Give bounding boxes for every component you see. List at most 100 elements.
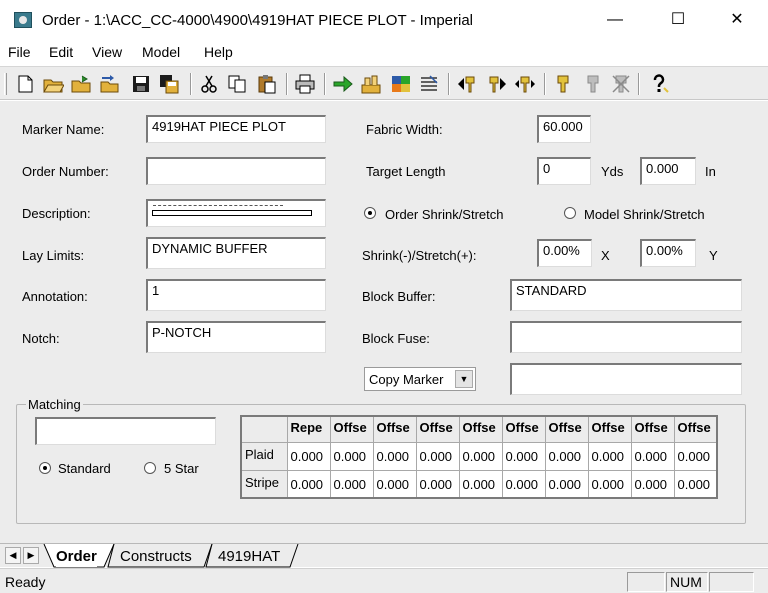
grid-cell[interactable]: 0.000	[501, 469, 546, 499]
menu-view[interactable]: View	[92, 44, 122, 60]
redacted-mark	[152, 205, 312, 216]
copy-marker-field[interactable]	[510, 363, 742, 395]
grid-cell[interactable]: 0.000	[501, 441, 546, 471]
grid-cell[interactable]: 0.000	[673, 441, 718, 471]
app-icon	[14, 12, 32, 28]
grid-column-header[interactable]: Offse	[501, 415, 546, 443]
description-field[interactable]	[146, 199, 326, 227]
standard-radio[interactable]	[39, 462, 51, 474]
copy-icon[interactable]	[226, 73, 248, 95]
grid-cell[interactable]: 0.000	[329, 441, 374, 471]
grid-cell[interactable]: 0.000	[630, 469, 675, 499]
target-length-in-field[interactable]: 0.000	[640, 157, 696, 185]
toolbar-separator	[324, 73, 326, 95]
grid-column-header[interactable]: Offse	[630, 415, 675, 443]
chevron-down-icon[interactable]: ▼	[455, 370, 473, 388]
grid-column-header[interactable]: Offse	[673, 415, 718, 443]
paste-icon[interactable]	[256, 73, 278, 95]
annotation-field[interactable]: 1	[146, 279, 326, 311]
block-fuse-field[interactable]	[510, 321, 742, 353]
five-star-radio[interactable]	[144, 462, 156, 474]
lay-limits-field[interactable]: DYNAMIC BUFFER	[146, 237, 326, 269]
run-icon[interactable]	[332, 73, 354, 95]
grid-cell[interactable]: 0.000	[286, 441, 331, 471]
tab-4919hat[interactable]: 4919HAT	[218, 545, 280, 567]
copy-marker-select[interactable]: Copy Marker ▼	[364, 367, 476, 391]
menu-edit[interactable]: Edit	[49, 44, 73, 60]
toolbar-grip[interactable]	[4, 73, 7, 95]
menu-file[interactable]: File	[8, 44, 31, 60]
piece-x-icon[interactable]	[610, 73, 632, 95]
piece-icon[interactable]	[552, 73, 574, 95]
target-length-yds-field[interactable]: 0	[537, 157, 591, 185]
close-button[interactable]: ✕	[714, 6, 760, 34]
open-folder-icon[interactable]	[70, 73, 92, 95]
status-cell-caps	[627, 572, 665, 592]
grid-cell[interactable]: 0.000	[673, 469, 718, 499]
save-icon[interactable]	[130, 73, 152, 95]
fabric-width-field[interactable]: 60.000	[537, 115, 591, 143]
matching-input[interactable]	[35, 417, 216, 445]
grid-row-header: Stripe	[240, 469, 288, 499]
toolbar-separator	[190, 73, 192, 95]
palette-icon[interactable]	[390, 73, 412, 95]
cut-icon[interactable]	[198, 73, 220, 95]
status-text: Ready	[5, 574, 46, 590]
notch-field[interactable]: P-NOTCH	[146, 321, 326, 353]
grid-cell[interactable]: 0.000	[587, 469, 632, 499]
grid-cell[interactable]: 0.000	[587, 441, 632, 471]
model-shrink-label: Model Shrink/Stretch	[584, 207, 705, 222]
new-icon[interactable]	[14, 73, 36, 95]
grid-column-header[interactable]: Offse	[372, 415, 417, 443]
save-all-icon[interactable]	[158, 73, 180, 95]
grid-cell[interactable]: 0.000	[415, 469, 460, 499]
grid-cell[interactable]: 0.000	[329, 469, 374, 499]
target-length-label: Target Length	[366, 164, 446, 179]
grid-cell[interactable]: 0.000	[286, 469, 331, 499]
grid-cell[interactable]: 0.000	[544, 441, 589, 471]
toolbar-separator	[638, 73, 640, 95]
open-icon[interactable]	[42, 73, 64, 95]
order-shrink-radio[interactable]	[364, 207, 376, 219]
menu-help[interactable]: Help	[204, 44, 233, 60]
grid-column-header[interactable]: Offse	[329, 415, 374, 443]
grid-cell[interactable]: 0.000	[544, 469, 589, 499]
help-icon[interactable]	[648, 73, 670, 95]
matching-grid: Repe Offse Offse Offse Offse Offse Offse…	[240, 415, 718, 499]
menu-model[interactable]: Model	[142, 44, 180, 60]
arrow-right-icon[interactable]	[486, 73, 508, 95]
minimize-button[interactable]: —	[592, 6, 638, 34]
copy-marker-value: Copy Marker	[369, 372, 444, 387]
grid-cell[interactable]: 0.000	[415, 441, 460, 471]
grid-column-header[interactable]: Offse	[544, 415, 589, 443]
grid-cell[interactable]: 0.000	[630, 441, 675, 471]
grid-column-header[interactable]: Offse	[415, 415, 460, 443]
piece-disabled-icon[interactable]	[582, 73, 604, 95]
status-bar: Ready NUM	[0, 568, 768, 593]
shrink-y-field[interactable]: 0.00%	[640, 239, 696, 267]
grid-column-header[interactable]: Offse	[587, 415, 632, 443]
plot-icon[interactable]	[360, 73, 382, 95]
grid-column-header[interactable]: Repe	[286, 415, 331, 443]
marker-name-field[interactable]: 4919HAT PIECE PLOT	[146, 115, 326, 143]
block-buffer-field[interactable]: STANDARD	[510, 279, 742, 311]
print-icon[interactable]	[294, 73, 316, 95]
order-number-field[interactable]	[146, 157, 326, 185]
grid-column-header[interactable]: Offse	[458, 415, 503, 443]
tab-order[interactable]: Order	[56, 545, 97, 567]
arrow-left-icon[interactable]	[456, 73, 478, 95]
grid-cell[interactable]: 0.000	[372, 469, 417, 499]
model-shrink-radio[interactable]	[564, 207, 576, 219]
arrow-both-icon[interactable]	[514, 73, 536, 95]
annotation-label: Annotation:	[22, 289, 88, 304]
grid-cell[interactable]: 0.000	[372, 441, 417, 471]
grid-cell[interactable]: 0.000	[458, 469, 503, 499]
grid-cell[interactable]: 0.000	[458, 441, 503, 471]
lay-limits-label: Lay Limits:	[22, 248, 85, 263]
tab-constructs[interactable]: Constructs	[120, 545, 192, 567]
shrink-x-field[interactable]: 0.00%	[537, 239, 592, 267]
maximize-button[interactable]: ☐	[655, 6, 701, 34]
export-icon[interactable]	[98, 73, 120, 95]
grid-row-plaid: Plaid 0.000 0.000 0.000 0.000 0.000 0.00…	[240, 441, 718, 471]
list-icon[interactable]	[418, 73, 440, 95]
